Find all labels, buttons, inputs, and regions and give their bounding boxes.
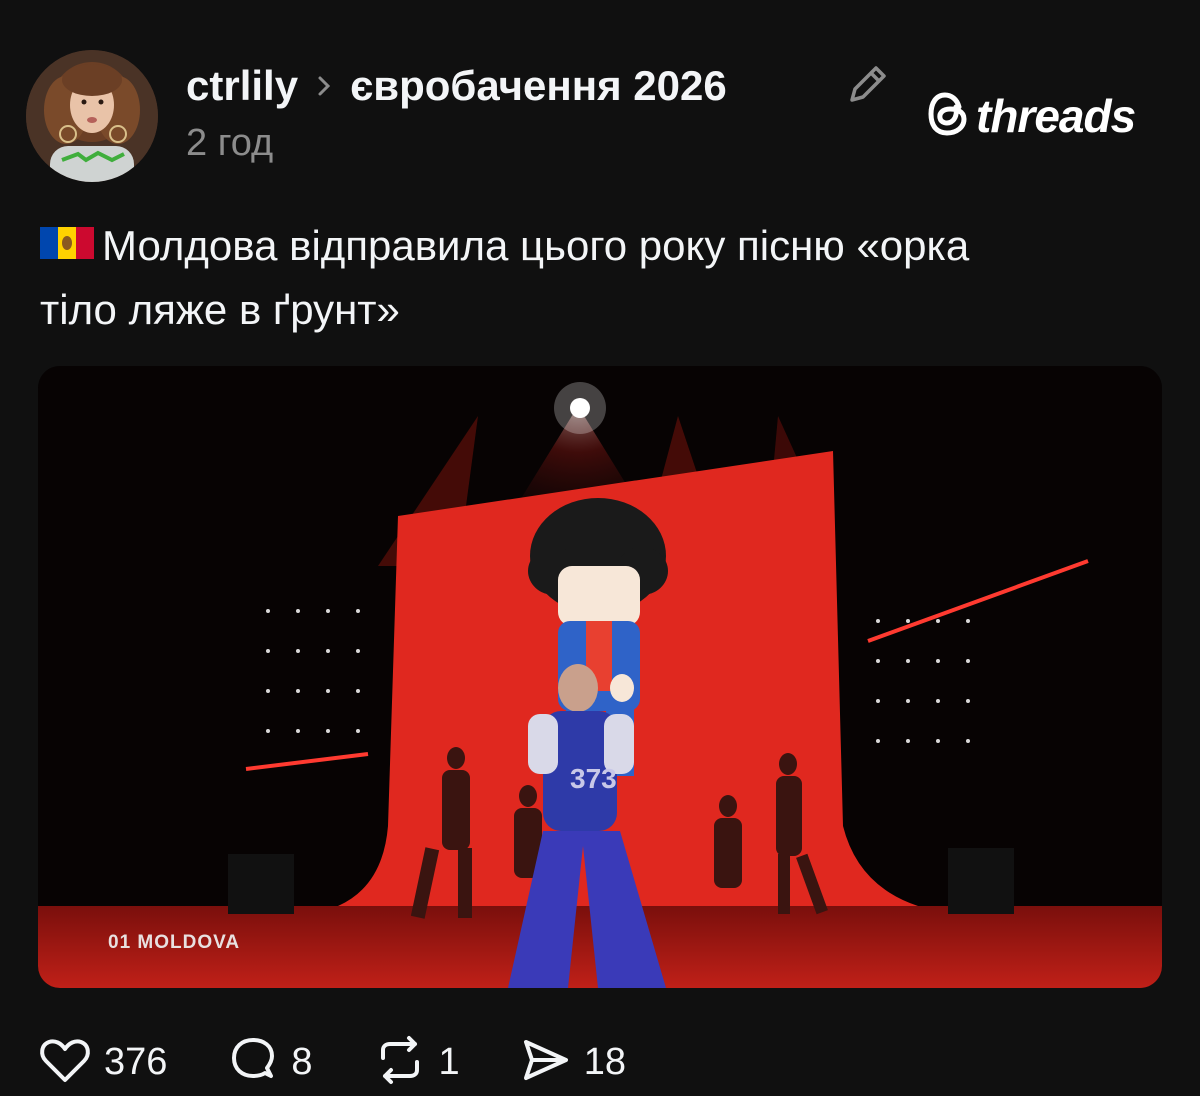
heart-icon xyxy=(38,1035,92,1090)
repost-count: 1 xyxy=(438,1040,460,1083)
threads-wordmark: threads xyxy=(976,90,1136,142)
topic-tag[interactable]: євробачення 2026 xyxy=(350,62,727,110)
post-video[interactable]: 373 01 MOLDOVA xyxy=(38,366,1162,988)
reply-count: 8 xyxy=(291,1040,313,1083)
like-count: 376 xyxy=(104,1040,168,1083)
share-count: 18 xyxy=(583,1040,626,1083)
post-text-line2: тіло ляже в ґрунт» xyxy=(40,286,400,333)
post-actions: 376 8 1 18 xyxy=(38,1032,686,1092)
threads-brand: threads xyxy=(926,88,1136,144)
pencil-icon[interactable] xyxy=(842,58,894,110)
avatar[interactable] xyxy=(26,50,158,182)
like-button[interactable]: 376 xyxy=(38,1035,167,1090)
share-button[interactable]: 18 xyxy=(520,1034,626,1091)
post-body: Молдова відправила цього року пісню «орк… xyxy=(40,214,1160,342)
reply-button[interactable]: 8 xyxy=(227,1034,313,1091)
repost-icon xyxy=(373,1034,427,1091)
threads-logo-icon xyxy=(926,89,972,144)
shirt-number: 373 xyxy=(570,763,617,794)
comment-icon xyxy=(227,1034,279,1091)
chevron-right-icon xyxy=(314,73,334,99)
post-time: 2 год xyxy=(186,122,274,164)
share-icon xyxy=(520,1034,572,1091)
repost-button[interactable]: 1 xyxy=(373,1034,460,1091)
post-header: ctrlily євробачення 2026 xyxy=(186,60,727,112)
video-overlay-caption: 01 MOLDOVA xyxy=(108,932,241,953)
username[interactable]: ctrlily xyxy=(186,62,298,110)
post-text-line1: Молдова відправила цього року пісню «орк… xyxy=(102,222,970,269)
moldova-flag-icon xyxy=(40,213,94,277)
